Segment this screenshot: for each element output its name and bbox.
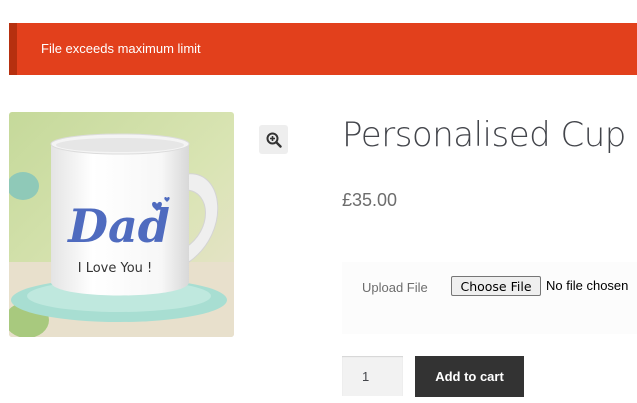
file-status-text: No file chosen [546,278,629,293]
zoom-button[interactable] [259,125,288,154]
upload-field-panel: Upload File Choose File No file chosen [342,262,637,334]
choose-file-button[interactable]: Choose File [451,276,541,296]
product-image[interactable]: Dad I Love You ! [9,112,234,337]
magnify-plus-icon [266,132,282,148]
product-title: Personalised Cup [342,115,626,155]
mug-illustration: Dad I Love You ! [9,112,234,337]
error-notice: File exceeds maximum limit [9,23,637,75]
product-price: £35.00 [342,190,398,210]
add-to-cart-button[interactable]: Add to cart [415,356,524,397]
error-notice-message: File exceeds maximum limit [41,41,201,56]
quantity-input[interactable] [342,356,403,396]
upload-file-label: Upload File [362,280,428,295]
mug-subtext: I Love You ! [78,261,153,276]
